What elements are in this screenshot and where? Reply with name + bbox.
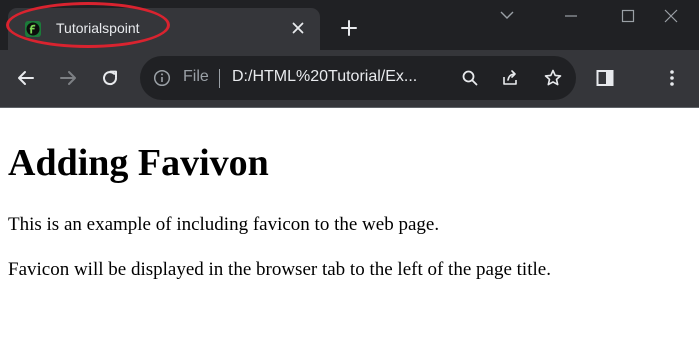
back-arrow-icon[interactable] <box>16 68 36 88</box>
plus-icon[interactable] <box>340 19 358 37</box>
paragraph-1: This is an example of including favicon … <box>8 214 440 235</box>
search-icon[interactable] <box>460 68 480 88</box>
close-icon[interactable] <box>289 19 307 37</box>
info-icon[interactable] <box>153 69 171 87</box>
address-bar[interactable]: File D:/HTML%20Tutorial/Ex... <box>140 56 576 100</box>
annotation-circle <box>6 2 170 48</box>
kebab-menu-icon[interactable] <box>662 68 682 88</box>
page-heading: Adding Favivon <box>8 142 269 184</box>
paragraph-2: Favicon will be displayed in the browser… <box>8 259 551 280</box>
browser-toolbar: File D:/HTML%20Tutorial/Ex... <box>0 50 699 108</box>
scheme-label: File <box>183 68 209 85</box>
forward-arrow-icon[interactable] <box>58 68 78 88</box>
reload-icon[interactable] <box>100 68 120 88</box>
share-icon[interactable] <box>500 68 520 88</box>
page-content: Adding Favivon This is an example of inc… <box>0 108 699 356</box>
url-text[interactable]: D:/HTML%20Tutorial/Ex... <box>232 68 417 86</box>
address-separator <box>219 69 220 88</box>
maximize-icon[interactable] <box>620 8 636 24</box>
minimize-icon[interactable] <box>563 8 579 24</box>
chevron-down-icon[interactable] <box>500 10 514 20</box>
star-icon[interactable] <box>543 68 563 88</box>
close-window-icon[interactable] <box>663 8 679 24</box>
side-panel-icon[interactable] <box>595 68 615 88</box>
tab-strip: Tutorialspoint <box>0 0 699 50</box>
